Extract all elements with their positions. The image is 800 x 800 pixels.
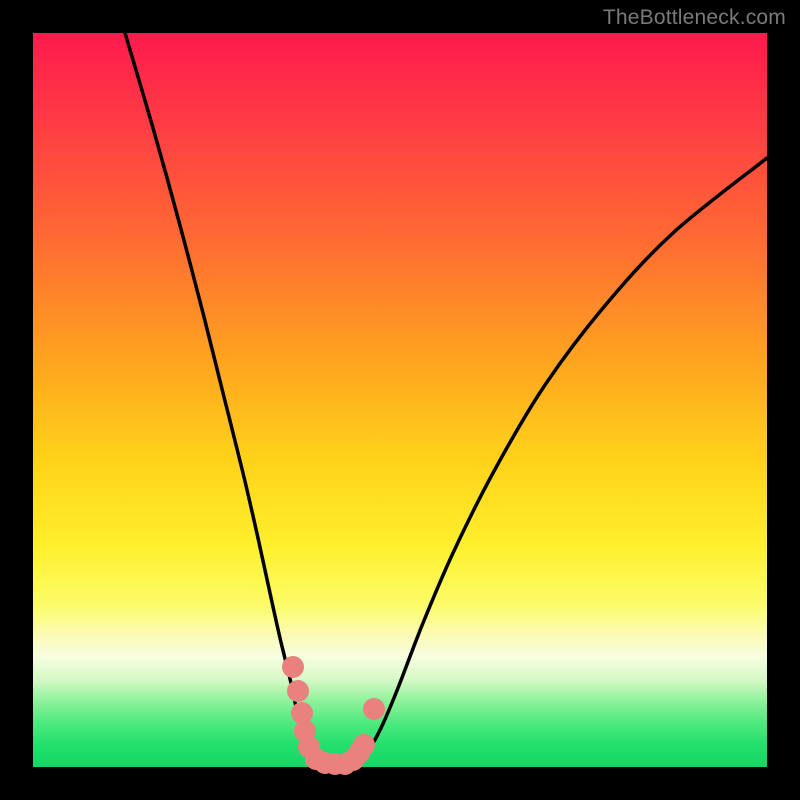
curve-left-branch <box>125 33 321 765</box>
curve-right-branch <box>321 158 767 765</box>
marker-point <box>363 698 385 720</box>
marker-point <box>282 656 304 678</box>
marker-group <box>282 656 385 775</box>
marker-point <box>287 680 309 702</box>
watermark-text: TheBottleneck.com <box>603 6 786 30</box>
chart-frame: TheBottleneck.com <box>0 0 800 800</box>
series-group <box>125 33 767 765</box>
plot-area <box>33 33 767 767</box>
chart-svg <box>33 33 767 767</box>
marker-point <box>353 734 375 756</box>
